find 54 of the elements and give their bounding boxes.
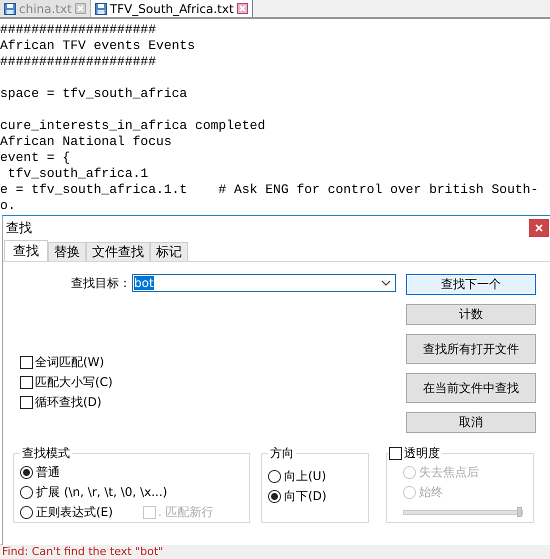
radio-label: 扩展 (\n, \r, \t, \0, \x...)	[36, 484, 168, 500]
radio-label: 失去焦点后	[419, 464, 479, 480]
checkbox-label: 循环查找(D)	[35, 394, 102, 410]
close-icon	[535, 224, 543, 232]
dialog-tab[interactable]: 标记	[150, 242, 188, 261]
checkbox[interactable]	[20, 376, 33, 388]
dialog-button[interactable]: 取消	[406, 412, 536, 433]
checkbox-label: 全词匹配(W)	[35, 354, 104, 370]
close-button[interactable]	[529, 219, 549, 237]
dialog-button[interactable]: 计数	[406, 304, 536, 325]
code-line: African National focus	[0, 134, 172, 149]
radio-button[interactable]	[268, 490, 281, 502]
dialog-tab[interactable]: 查找	[4, 240, 48, 261]
checkbox-label: . 匹配新行	[158, 504, 214, 520]
checkbox-label: 透明度	[402, 444, 442, 462]
code-line: space = tfv_south_africa	[0, 86, 188, 101]
code-line: e = tfv_south_africa.1.t # Ask ENG for control over british South-	[0, 182, 538, 197]
find-label: 查找目标：	[71, 274, 131, 292]
radio-label: 始终	[419, 484, 443, 500]
code-line: African TFV events Events	[0, 38, 196, 53]
code-line: o.	[0, 198, 16, 213]
dialog-button[interactable]: 查找下一个	[406, 274, 536, 295]
radio-button[interactable]	[20, 486, 33, 498]
opacity-slider[interactable]	[403, 510, 523, 515]
code-line: tfv_south_africa.1	[6, 166, 148, 181]
dialog-tab[interactable]: 替换	[48, 242, 86, 261]
dialog-button[interactable]: 查找所有打开文件	[406, 334, 536, 364]
dialog-title: 查找	[6, 220, 32, 237]
code-line: ####################	[0, 54, 156, 69]
dialog-button[interactable]: 在当前文件中查找	[406, 373, 536, 403]
radio-label: 普通	[36, 464, 60, 480]
file-tab[interactable]: TFV_South_Africa.txt	[90, 0, 253, 17]
checkbox[interactable]	[389, 446, 402, 460]
status-message: Find: Can't find the text "bot"	[0, 544, 550, 559]
slider-thumb[interactable]	[517, 507, 522, 517]
radio-button[interactable]	[20, 506, 33, 518]
code-line: cure_interests_in_africa completed	[0, 118, 266, 133]
checkbox[interactable]	[20, 356, 33, 368]
dialog-tab[interactable]: 文件查找	[86, 242, 150, 261]
tab-label: TFV_South_Africa.txt	[110, 2, 234, 16]
close-icon[interactable]	[236, 3, 248, 14]
checkbox-label: 匹配大小写(C)	[35, 374, 113, 390]
radio-label: 向下(D)	[284, 488, 327, 504]
code-line: event = {	[0, 150, 70, 165]
chevron-down-icon[interactable]	[381, 280, 391, 286]
radio-button[interactable]	[20, 466, 33, 478]
group-title: 查找模式	[20, 445, 72, 462]
find-field[interactable]: bot	[132, 274, 396, 292]
radio-label: 正则表达式(E)	[36, 504, 113, 520]
radio-label: 向上(U)	[284, 468, 326, 484]
tab-label: china.txt	[19, 2, 72, 16]
checkbox[interactable]	[20, 396, 33, 408]
radio-button[interactable]	[268, 470, 281, 482]
code-line: ####################	[0, 22, 156, 37]
